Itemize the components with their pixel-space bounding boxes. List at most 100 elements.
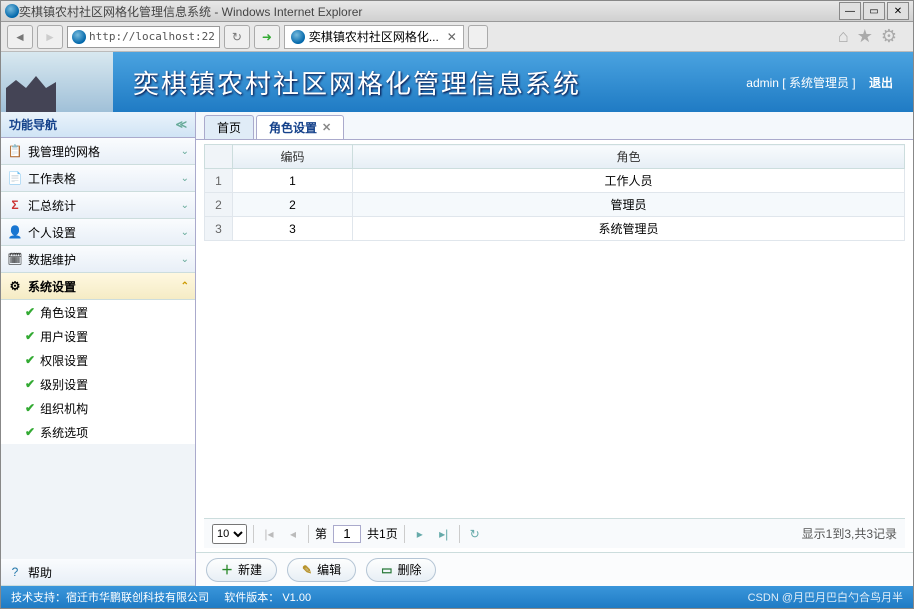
page-input[interactable] xyxy=(333,525,361,543)
expand-icon: ⌄ xyxy=(181,227,189,238)
logout-link[interactable]: 退出 xyxy=(869,76,893,90)
sidebar-item-help[interactable]: ? 帮助 xyxy=(1,559,195,586)
submenu-label: 级别设置 xyxy=(40,376,88,393)
system-submenu: ✔角色设置 ✔用户设置 ✔权限设置 ✔级别设置 ✔组织机构 ✔系统选项 xyxy=(1,300,195,444)
next-page-button[interactable]: ▸ xyxy=(411,525,429,543)
pager-summary: 显示1到3,共3记录 xyxy=(802,525,897,542)
col-role[interactable]: 角色 xyxy=(353,145,905,169)
favorites-icon[interactable]: ★ xyxy=(857,26,873,47)
url-field[interactable]: http://localhost:22 xyxy=(67,26,220,48)
footer-version-label: 软件版本： xyxy=(224,592,279,604)
home-icon[interactable]: ⌂ xyxy=(838,26,849,47)
check-icon: ✔ xyxy=(25,329,35,343)
table-row[interactable]: 1 1 工作人员 xyxy=(205,169,905,193)
current-role: [ 系统管理员 ] xyxy=(782,76,855,90)
sidebar: 功能导航 ≪ 📋 我管理的网格 ⌄ 📄 工作表格 ⌄ Σ 汇总统计 ⌄ 👤 个人… xyxy=(1,112,196,586)
check-icon: ✔ xyxy=(25,377,35,391)
row-num: 3 xyxy=(205,217,233,241)
submenu-org[interactable]: ✔组织机构 xyxy=(1,396,195,420)
address-bar: ◄ ► http://localhost:22 ↻ ➜ 奕棋镇农村社区网格化..… xyxy=(1,22,913,52)
cell-role: 管理员 xyxy=(353,193,905,217)
cell-code: 3 xyxy=(233,217,353,241)
cell-role: 工作人员 xyxy=(353,169,905,193)
grids-icon: 📋 xyxy=(7,143,23,159)
last-page-button[interactable]: ▸| xyxy=(435,525,453,543)
submenu-label: 权限设置 xyxy=(40,352,88,369)
cell-role: 系统管理员 xyxy=(353,217,905,241)
sidebar-header: 功能导航 ≪ xyxy=(1,112,195,138)
collapse-icon[interactable]: ≪ xyxy=(175,118,187,131)
tab-close-icon[interactable]: ✕ xyxy=(322,121,331,134)
cell-code: 1 xyxy=(233,169,353,193)
page-label-post: 共1页 xyxy=(367,525,398,542)
back-button[interactable]: ◄ xyxy=(7,25,33,49)
tab-label: 角色设置 xyxy=(269,119,317,136)
table-row[interactable]: 2 2 管理员 xyxy=(205,193,905,217)
expand-icon: ⌄ xyxy=(181,200,189,211)
window-title: 奕棋镇农村社区网格化管理信息系统 - Windows Internet Expl… xyxy=(19,3,362,20)
app-banner: 奕棋镇农村社区网格化管理信息系统 admin [ 系统管理员 ] 退出 xyxy=(1,52,913,112)
edit-button[interactable]: ✎ 编辑 xyxy=(287,558,356,582)
calendar-icon: 🗓 xyxy=(7,251,23,267)
footer-version: V1.00 xyxy=(282,592,311,604)
watermark: CSDN @月巴月巴白勺合鸟月半 xyxy=(748,589,903,605)
content-area: 首页 角色设置 ✕ 编码 角色 xyxy=(196,112,913,586)
new-button[interactable]: ＋ 新建 xyxy=(206,558,277,582)
banner-image xyxy=(1,52,113,112)
sigma-icon: Σ xyxy=(7,197,23,213)
button-label: 编辑 xyxy=(317,561,341,578)
submenu-label: 系统选项 xyxy=(40,424,88,441)
delete-button[interactable]: ▭ 删除 xyxy=(366,558,436,582)
sidebar-item-data[interactable]: 🗓 数据维护 ⌄ xyxy=(1,246,195,273)
new-tab-button[interactable] xyxy=(468,25,488,49)
minus-icon: ▭ xyxy=(381,563,392,577)
submenu-level[interactable]: ✔ 级别设置 xyxy=(1,372,195,396)
submenu-perm[interactable]: ✔ 权限设置 xyxy=(1,348,195,372)
submenu-options[interactable]: ✔系统选项 xyxy=(1,420,195,444)
submenu-role[interactable]: ✔ 角色设置 xyxy=(1,300,195,324)
refresh-button[interactable]: ↻ xyxy=(224,25,250,49)
sidebar-item-my-grids[interactable]: 📋 我管理的网格 ⌄ xyxy=(1,138,195,165)
check-icon: ✔ xyxy=(25,305,35,319)
sidebar-item-stats[interactable]: Σ 汇总统计 ⌄ xyxy=(1,192,195,219)
pagesize-select[interactable]: 10 xyxy=(212,524,247,544)
table-row[interactable]: 3 3 系统管理员 xyxy=(205,217,905,241)
prev-page-button[interactable]: ◂ xyxy=(284,525,302,543)
tab-home[interactable]: 首页 xyxy=(204,115,254,139)
current-user: admin xyxy=(746,76,779,90)
close-button[interactable]: ✕ xyxy=(887,2,909,20)
sidebar-title: 功能导航 xyxy=(9,116,57,133)
col-code[interactable]: 编码 xyxy=(233,145,353,169)
main-area: 功能导航 ≪ 📋 我管理的网格 ⌄ 📄 工作表格 ⌄ Σ 汇总统计 ⌄ 👤 个人… xyxy=(1,112,913,586)
ie-logo-icon xyxy=(5,4,19,18)
check-icon: ✔ xyxy=(25,353,35,367)
settings-gear-icon[interactable]: ⚙ xyxy=(881,26,897,47)
sidebar-item-personal[interactable]: 👤 个人设置 ⌄ xyxy=(1,219,195,246)
sidebar-item-label: 我管理的网格 xyxy=(28,143,100,160)
app-window: 奕棋镇农村社区网格化管理信息系统 - Windows Internet Expl… xyxy=(0,0,914,609)
go-button[interactable]: ➜ xyxy=(254,25,280,49)
page-label-pre: 第 xyxy=(315,525,327,542)
tab-close-icon[interactable]: ✕ xyxy=(447,30,457,44)
tab-role-settings[interactable]: 角色设置 ✕ xyxy=(256,115,344,139)
sidebar-item-label: 汇总统计 xyxy=(28,197,76,214)
grid-panel: 编码 角色 1 1 工作人员 2 2 管理员 xyxy=(196,140,913,552)
first-page-button[interactable]: |◂ xyxy=(260,525,278,543)
cell-code: 2 xyxy=(233,193,353,217)
sidebar-item-worksheets[interactable]: 📄 工作表格 ⌄ xyxy=(1,165,195,192)
sidebar-item-label: 个人设置 xyxy=(28,224,76,241)
maximize-button[interactable]: ▭ xyxy=(863,2,885,20)
sheet-icon: 📄 xyxy=(7,170,23,186)
submenu-user[interactable]: ✔用户设置 xyxy=(1,324,195,348)
button-label: 新建 xyxy=(238,561,262,578)
refresh-grid-button[interactable]: ↻ xyxy=(466,525,484,543)
forward-button[interactable]: ► xyxy=(37,25,63,49)
url-favicon-icon xyxy=(72,30,86,44)
tab-label: 奕棋镇农村社区网格化... xyxy=(309,28,439,45)
footer-support: 技术支持：宿迁市华鹏联创科技有限公司 xyxy=(11,592,209,604)
sidebar-item-system[interactable]: ⚙ 系统设置 ⌃ xyxy=(1,273,195,300)
window-titlebar: 奕棋镇农村社区网格化管理信息系统 - Windows Internet Expl… xyxy=(1,1,913,22)
browser-tab[interactable]: 奕棋镇农村社区网格化... ✕ xyxy=(284,25,464,49)
minimize-button[interactable]: — xyxy=(839,2,861,20)
submenu-label: 角色设置 xyxy=(40,304,88,321)
